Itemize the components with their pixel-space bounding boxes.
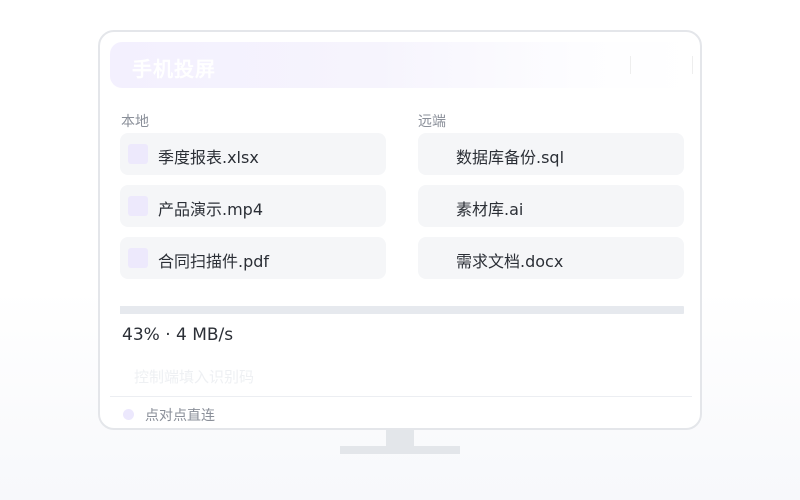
local-file-item[interactable]: 季度报表.xlsx [120, 133, 386, 175]
app-title: 手机投屏 [132, 57, 216, 81]
remote-column-label: 远端 [418, 114, 446, 130]
monitor-stand-base [340, 446, 460, 454]
recognition-code-input[interactable] [122, 362, 674, 392]
local-file-item[interactable]: 合同扫描件.pdf [120, 237, 386, 279]
file-icon [128, 196, 148, 216]
file-name: 产品演示.mp4 [158, 200, 264, 219]
monitor-stand-neck [386, 430, 414, 447]
transfer-status: 43% · 4 MB/s [122, 325, 234, 345]
window-control-divider [630, 56, 631, 74]
transfer-progress-bar [120, 306, 684, 314]
local-file-item[interactable]: 产品演示.mp4 [120, 185, 386, 227]
file-name: 数据库备份.sql [456, 148, 565, 167]
file-name: 合同扫描件.pdf [158, 252, 270, 271]
footer-divider [110, 396, 692, 397]
file-name: 需求文档.docx [456, 252, 564, 271]
file-icon [128, 144, 148, 164]
remote-file-item[interactable]: 需求文档.docx [418, 237, 684, 279]
file-icon [128, 248, 148, 268]
connection-mode-label: 点对点直连 [145, 408, 215, 424]
connection-status-dot [123, 409, 134, 420]
monitor-frame: 手机投屏 本地 季度报表.xlsx 产品演示.mp4 合同扫描件.pdf 远端 … [98, 30, 702, 430]
file-name: 季度报表.xlsx [158, 148, 259, 167]
transfer-progress-fill [120, 306, 363, 314]
local-column-label: 本地 [121, 114, 149, 130]
remote-file-item[interactable]: 数据库备份.sql [418, 133, 684, 175]
window-control-divider [692, 56, 693, 74]
file-name: 素材库.ai [456, 200, 524, 219]
app-header: 手机投屏 [110, 42, 694, 88]
remote-file-item[interactable]: 素材库.ai [418, 185, 684, 227]
